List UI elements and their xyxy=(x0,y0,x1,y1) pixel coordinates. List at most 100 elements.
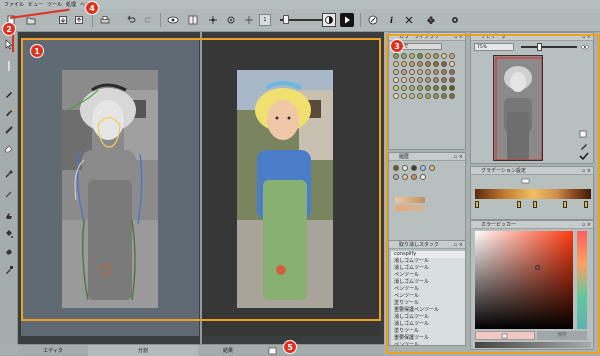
library-swatch[interactable] xyxy=(441,69,447,75)
target-icon[interactable] xyxy=(242,13,256,27)
navigator-eye-icon[interactable] xyxy=(581,43,589,51)
undo-item[interactable]: 消しゴムツール xyxy=(391,265,465,272)
gradient-stop-handle[interactable] xyxy=(563,201,568,208)
library-swatch[interactable] xyxy=(417,85,423,91)
smudge-icon[interactable] xyxy=(3,188,15,200)
tab-result[interactable]: 結果 xyxy=(198,345,258,356)
library-swatch[interactable] xyxy=(393,93,399,99)
library-swatch[interactable] xyxy=(441,77,447,83)
split-icon[interactable] xyxy=(186,13,200,27)
library-swatch[interactable] xyxy=(449,61,455,67)
flower-icon[interactable] xyxy=(424,13,438,27)
undo-item[interactable]: 重要保護ツール xyxy=(391,335,465,342)
library-swatch[interactable] xyxy=(393,61,399,67)
picker-save-button[interactable]: 保存 xyxy=(537,331,587,340)
cross-icon[interactable] xyxy=(402,13,416,27)
settings-icon[interactable] xyxy=(224,13,238,27)
print-icon[interactable] xyxy=(98,13,112,27)
undo-item[interactable]: consplify xyxy=(391,251,465,258)
library-swatch[interactable] xyxy=(433,85,439,91)
picker-close-icon[interactable]: ▫ × xyxy=(582,221,591,229)
library-swatch[interactable] xyxy=(441,61,447,67)
move-icon[interactable] xyxy=(206,13,220,27)
library-swatch[interactable] xyxy=(401,93,407,99)
pen-tool-icon[interactable] xyxy=(3,106,15,118)
editor-pane[interactable] xyxy=(21,40,199,336)
tab-split[interactable]: 分割 xyxy=(88,345,198,356)
library-swatch[interactable] xyxy=(409,69,415,75)
library-swatch[interactable] xyxy=(409,93,415,99)
navigator-copy-icon[interactable] xyxy=(579,129,589,139)
library-swatch[interactable] xyxy=(441,93,447,99)
fill-icon[interactable] xyxy=(3,228,15,240)
library-swatch[interactable] xyxy=(433,93,439,99)
library-swatch[interactable] xyxy=(393,85,399,91)
undo-item[interactable]: ペンツール xyxy=(391,293,465,300)
marker-icon[interactable] xyxy=(3,124,15,136)
zoom-level-field[interactable]: 1 xyxy=(259,14,271,26)
line-tool-icon[interactable] xyxy=(3,60,15,72)
library-swatch[interactable] xyxy=(401,85,407,91)
history-swatch[interactable] xyxy=(411,174,417,180)
library-swatch[interactable] xyxy=(449,85,455,91)
split-divider[interactable] xyxy=(200,32,202,344)
navigator-zoom-select[interactable]: 75% xyxy=(474,43,514,51)
hue-strip[interactable] xyxy=(577,231,587,329)
navigator-zoom-slider[interactable] xyxy=(521,46,577,48)
history-swatch[interactable] xyxy=(402,174,408,180)
menu-file[interactable]: ファイル xyxy=(4,1,24,8)
library-swatch[interactable] xyxy=(433,53,439,59)
gear-icon[interactable] xyxy=(448,13,462,27)
library-swatch[interactable] xyxy=(425,93,431,99)
pen-icon[interactable] xyxy=(366,13,380,27)
library-swatch[interactable] xyxy=(425,53,431,59)
library-swatch[interactable] xyxy=(425,69,431,75)
library-swatch[interactable] xyxy=(433,69,439,75)
navigator-edit-icon[interactable] xyxy=(579,141,589,151)
library-swatch[interactable] xyxy=(401,61,407,67)
color-preview-swatch[interactable] xyxy=(475,331,535,340)
navigator-thumbnail[interactable] xyxy=(493,55,543,161)
saturation-value-field[interactable] xyxy=(475,231,573,329)
undo-item[interactable]: 消しゴムツール xyxy=(391,321,465,328)
library-swatch[interactable] xyxy=(417,69,423,75)
gradient-bar[interactable] xyxy=(475,189,591,199)
library-swatch[interactable] xyxy=(417,93,423,99)
library-swatch[interactable] xyxy=(449,77,455,83)
picker-mode-bar[interactable] xyxy=(475,342,591,348)
history-swatch[interactable] xyxy=(420,174,426,180)
library-swatch[interactable] xyxy=(433,61,439,67)
result-photo[interactable] xyxy=(237,70,333,308)
info-icon[interactable]: i xyxy=(384,13,398,27)
library-swatch[interactable] xyxy=(417,61,423,67)
hand-icon[interactable] xyxy=(3,210,15,222)
library-swatch[interactable] xyxy=(425,61,431,67)
navigator-check-icon[interactable] xyxy=(579,151,589,161)
library-swatch[interactable] xyxy=(401,69,407,75)
library-swatch[interactable] xyxy=(449,69,455,75)
library-swatch[interactable] xyxy=(393,69,399,75)
undo-item[interactable]: ペンツール xyxy=(391,342,465,345)
library-swatch[interactable] xyxy=(449,53,455,59)
play-button[interactable] xyxy=(340,13,354,27)
library-swatch[interactable] xyxy=(409,77,415,83)
menu-view[interactable]: ビュー xyxy=(28,1,43,8)
undo-item[interactable]: ペンツール xyxy=(391,272,465,279)
undo-icon[interactable] xyxy=(124,13,138,27)
picker-icon[interactable] xyxy=(3,264,15,276)
gradient-close-icon[interactable]: ▫ × xyxy=(582,167,591,175)
editor-photo[interactable] xyxy=(62,70,158,308)
library-swatch[interactable] xyxy=(441,53,447,59)
library-swatch[interactable] xyxy=(393,53,399,59)
library-swatch[interactable] xyxy=(409,85,415,91)
menu-tools[interactable]: ツール xyxy=(47,1,62,8)
eraser-icon[interactable] xyxy=(3,142,15,154)
history-swatch[interactable] xyxy=(393,174,399,180)
zoom-slider-handle[interactable] xyxy=(283,15,289,24)
undo-close-icon[interactable]: ▫ × xyxy=(454,241,463,249)
canvas-area[interactable] xyxy=(18,32,384,344)
gradient-stop-handle[interactable] xyxy=(533,201,538,208)
undo-item[interactable]: 消しゴムツール xyxy=(391,258,465,265)
history-gradient-2[interactable] xyxy=(395,205,425,211)
gradient-stop-handle[interactable] xyxy=(475,201,480,208)
